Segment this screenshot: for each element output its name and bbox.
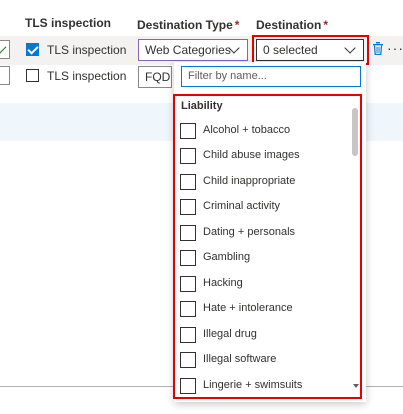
required-marker: * [234, 18, 240, 32]
destination-type-value: Web Categories [145, 43, 231, 57]
destination-value: 0 selected [263, 43, 318, 57]
options-list-highlight [173, 94, 362, 399]
destination-type-dropdown[interactable]: Web Categories [138, 39, 248, 61]
tls-inspection-checkbox[interactable] [26, 43, 39, 56]
required-marker: * [323, 18, 329, 32]
tls-inspection-label: TLS inspection [47, 69, 127, 83]
trash-icon[interactable] [373, 42, 383, 56]
header-tls-inspection: TLS inspection [25, 16, 112, 30]
protocol-dropdown-partial[interactable] [0, 40, 10, 59]
header-destination-type-label: Destination Type [137, 18, 233, 32]
chevron-down-icon [344, 42, 356, 54]
more-icon[interactable]: ··· [387, 41, 403, 55]
destination-type-dropdown[interactable]: FQDN [138, 66, 172, 88]
filter-input[interactable]: Filter by name... [181, 66, 361, 87]
tls-inspection-label: TLS inspection [47, 43, 127, 57]
header-destination: Destination * [256, 18, 328, 32]
destination-type-value: FQDN [145, 70, 171, 84]
destination-dropdown[interactable]: 0 selected [256, 39, 364, 61]
header-destination-type: Destination Type * [137, 18, 239, 32]
tls-inspection-checkbox[interactable] [26, 69, 39, 82]
protocol-dropdown-partial[interactable] [0, 66, 10, 85]
header-destination-label: Destination [256, 18, 322, 32]
